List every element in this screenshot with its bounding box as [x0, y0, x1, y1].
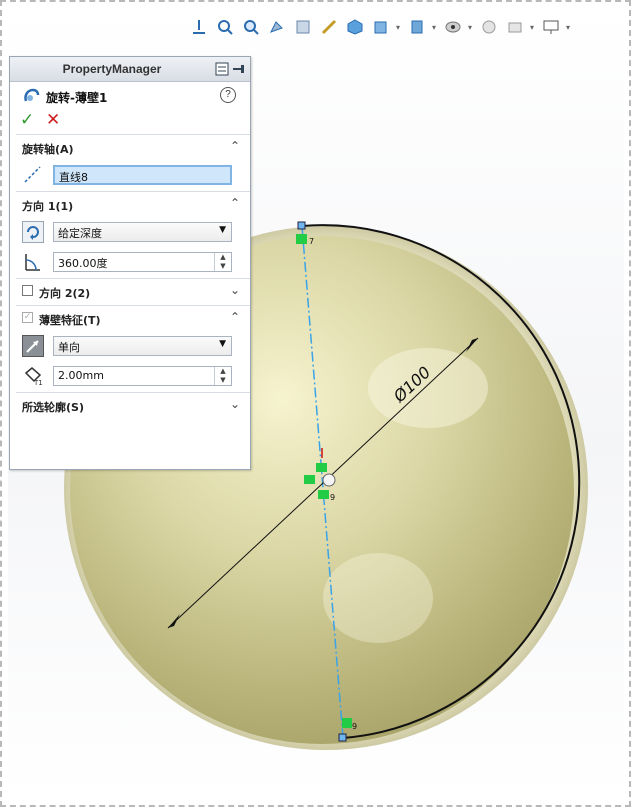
origin-icon — [322, 473, 336, 487]
group-title: 薄壁特征(T) — [39, 314, 101, 327]
relation-label-center: 9 — [330, 493, 335, 502]
axis-selection-field[interactable]: 直线8 — [53, 165, 232, 185]
axis-of-revolution-group: 旋转轴(A) ⌃ 直线8 — [10, 135, 250, 191]
header-icons — [215, 61, 246, 80]
chevron-down-icon[interactable]: ⌄ — [230, 397, 240, 411]
group-title: 方向 1(1) — [22, 200, 74, 213]
thin-type-row: 单向 ▼ — [10, 332, 250, 362]
angle-input[interactable]: 360.00度 ▲ ▼ — [53, 252, 232, 272]
cancel-button[interactable]: ✕ — [46, 110, 60, 130]
group-header[interactable]: 方向 1(1) ⌃ — [10, 192, 250, 218]
display-style-icon[interactable] — [370, 16, 392, 38]
chevron-down-icon[interactable]: ▾ — [432, 23, 438, 32]
sphere-highlight-2 — [323, 553, 433, 643]
feature-name: 旋转-薄壁1 — [46, 91, 108, 105]
reverse-thickness-icon[interactable] — [22, 335, 44, 357]
group-header[interactable]: 所选轮廓(S) ⌄ — [10, 393, 250, 419]
group-header[interactable]: 旋转轴(A) ⌃ — [10, 135, 250, 161]
revolve-thin-feature-icon — [22, 87, 40, 109]
svg-text:T1: T1 — [33, 379, 43, 387]
chevron-down-icon[interactable]: ▾ — [396, 23, 402, 32]
sphere-highlight — [368, 348, 488, 428]
relation-marker-center-top[interactable] — [316, 463, 327, 472]
chevron-up-icon[interactable]: ⌃ — [230, 196, 240, 210]
relation-marker-bottom[interactable] — [342, 718, 352, 728]
thickness-input[interactable]: 2.00mm ▲ ▼ — [53, 366, 232, 386]
previous-view-icon[interactable] — [266, 16, 288, 38]
expand-panel-icon[interactable] — [215, 61, 229, 80]
relation-label-top: 7 — [309, 237, 314, 246]
zoom-to-fit-icon[interactable] — [214, 16, 236, 38]
chevron-down-icon[interactable]: ▾ — [566, 23, 572, 32]
group-header[interactable]: ✓ 薄壁特征(T) ⌃ — [10, 306, 250, 332]
reverse-direction-icon[interactable] — [22, 221, 44, 243]
zoom-area-icon[interactable] — [240, 16, 262, 38]
spin-buttons[interactable]: ▲ ▼ — [214, 367, 231, 385]
arc-endpoint-bottom[interactable] — [338, 733, 347, 742]
chevron-up-icon[interactable]: ⌃ — [230, 139, 240, 153]
chevron-down-icon[interactable]: ▾ — [530, 23, 536, 32]
dynamic-annotation-icon[interactable] — [318, 16, 340, 38]
axis-row: 直线8 — [10, 161, 250, 191]
thickness-value: 2.00mm — [58, 369, 104, 382]
panel-title: PropertyManager — [62, 62, 162, 76]
angle-value: 360.00度 — [58, 257, 108, 270]
apply-scene-icon[interactable] — [478, 16, 500, 38]
pin-icon[interactable] — [232, 61, 246, 80]
ok-button[interactable]: ✓ — [20, 110, 34, 130]
dropdown-value: 单向 — [58, 341, 80, 354]
chevron-down-icon[interactable]: ▾ — [468, 23, 474, 32]
direction2-group: 方向 2(2) ⌄ — [10, 279, 250, 305]
view-orientation-icon[interactable] — [188, 16, 210, 38]
dropdown-arrow-icon: ▼ — [219, 225, 226, 235]
heads-up-view-toolbar: ▾ ▾ ▾ ▾ ▾ — [188, 14, 572, 40]
group-title: 旋转轴(A) — [22, 143, 74, 156]
property-manager-header: PropertyManager — [10, 57, 250, 82]
axis-icon — [22, 164, 44, 186]
end-condition-dropdown[interactable]: 给定深度 ▼ — [53, 222, 232, 242]
property-manager-panel: PropertyManager 旋转-薄壁1 ? ✓ ✕ 旋转轴(A) ⌃ 直线… — [9, 56, 251, 470]
chevron-up-icon[interactable]: ⌃ — [230, 310, 240, 324]
end-condition-row: 给定深度 ▼ — [10, 218, 250, 248]
thickness-row: T1 2.00mm ▲ ▼ — [10, 362, 250, 392]
help-button[interactable]: ? — [220, 87, 236, 103]
group-title: 方向 2(2) — [39, 287, 91, 300]
arc-endpoint-top[interactable] — [297, 221, 306, 230]
thin-type-dropdown[interactable]: 单向 ▼ — [53, 336, 232, 356]
dropdown-value: 给定深度 — [58, 227, 102, 240]
feature-header: 旋转-薄壁1 ? — [10, 82, 250, 108]
relation-marker-center-bottom[interactable] — [318, 490, 329, 499]
angle-icon — [22, 251, 44, 273]
thickness-icon: T1 — [22, 365, 44, 387]
monitor-icon[interactable] — [540, 16, 562, 38]
view-cube-icon[interactable] — [344, 16, 366, 38]
thin-feature-group: ✓ 薄壁特征(T) ⌃ 单向 ▼ T1 2.00mm ▲ ▼ — [10, 306, 250, 392]
spin-buttons[interactable]: ▲ ▼ — [214, 253, 231, 271]
relation-marker-top[interactable] — [296, 234, 307, 244]
edit-appearance-icon[interactable] — [442, 16, 464, 38]
relation-marker-center-left[interactable] — [304, 475, 315, 484]
view-settings-icon[interactable] — [504, 16, 526, 38]
relation-label-bottom: 9 — [352, 722, 357, 731]
group-title: 所选轮廓(S) — [22, 401, 84, 414]
direction1-group: 方向 1(1) ⌃ 给定深度 ▼ 360.00度 ▲ ▼ — [10, 192, 250, 278]
action-buttons: ✓ ✕ — [10, 108, 250, 134]
chevron-down-icon[interactable]: ⌄ — [230, 283, 240, 297]
thin-feature-checkbox[interactable]: ✓ — [22, 312, 33, 323]
section-view-icon[interactable] — [292, 16, 314, 38]
direction2-checkbox[interactable] — [22, 285, 33, 296]
angle-row: 360.00度 ▲ ▼ — [10, 248, 250, 278]
group-header[interactable]: 方向 2(2) ⌄ — [10, 279, 250, 305]
hide-show-icon[interactable] — [406, 16, 428, 38]
dropdown-arrow-icon: ▼ — [219, 339, 226, 349]
selected-contours-group: 所选轮廓(S) ⌄ — [10, 393, 250, 419]
